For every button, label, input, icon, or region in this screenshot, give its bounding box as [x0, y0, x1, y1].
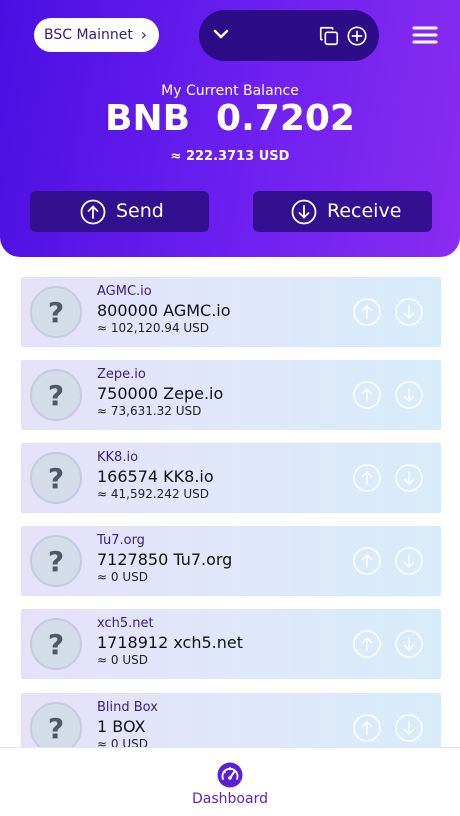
arrow-down-circle-icon	[291, 199, 317, 225]
token-name: Tu7.org	[97, 533, 145, 548]
arrow-down-circle-icon[interactable]	[395, 714, 423, 742]
token-amount: 750000 Zepe.io	[97, 384, 224, 403]
token-amount: 1718912 xch5.net	[97, 633, 243, 652]
hamburger-menu-icon[interactable]	[412, 24, 438, 46]
token-amount: 166574 KK8.io	[97, 467, 214, 486]
balance-usd: ≈ 222.3713 USD	[170, 149, 290, 164]
arrow-up-circle-icon[interactable]	[353, 381, 381, 409]
arrow-down-circle-icon[interactable]	[395, 381, 423, 409]
arrow-down-circle-icon[interactable]	[395, 298, 423, 326]
copy-icon[interactable]	[318, 25, 340, 47]
token-placeholder-icon: ?	[30, 286, 82, 338]
receive-button[interactable]: Receive	[253, 191, 432, 232]
arrow-up-circle-icon[interactable]	[353, 547, 381, 575]
arrow-down-circle-icon[interactable]	[395, 630, 423, 658]
token-name: KK8.io	[97, 450, 139, 465]
token-usd-value: ≈ 102,120.94 USD	[97, 321, 210, 335]
token-name: Zepe.io	[97, 367, 146, 382]
token-placeholder-icon: ?	[30, 618, 82, 670]
balance-value: 0.7202	[216, 98, 355, 139]
token-placeholder-icon: ?	[30, 452, 82, 504]
token-card[interactable]: ? Blind Box 1 BOX ≈ 0 USD	[21, 693, 441, 747]
arrow-up-circle-icon[interactable]	[353, 464, 381, 492]
arrow-up-circle-icon	[80, 199, 106, 225]
send-label: Send	[116, 200, 164, 222]
network-label: BSC Mainnet	[44, 27, 133, 43]
token-usd-value: ≈ 0 USD	[97, 737, 148, 747]
nav-dashboard-label: Dashboard	[192, 791, 268, 807]
token-usd-value: ≈ 0 USD	[97, 570, 148, 584]
token-card[interactable]: ? Tu7.org 7127850 Tu7.org ≈ 0 USD	[21, 526, 441, 596]
token-card[interactable]: ? AGMC.io 800000 AGMC.io ≈ 102,120.94 US…	[21, 277, 441, 347]
token-usd-value: ≈ 0 USD	[97, 653, 148, 667]
token-placeholder-icon: ?	[30, 369, 82, 421]
receive-label: Receive	[327, 200, 402, 222]
token-card[interactable]: ? KK8.io 166574 KK8.io ≈ 41,592.242 USD	[21, 443, 441, 513]
token-name: xch5.net	[97, 616, 154, 631]
account-selector	[199, 10, 379, 61]
nav-dashboard[interactable]: Dashboard	[180, 760, 280, 812]
balance-label: My Current Balance	[161, 83, 299, 99]
balance-amount: BNB 0.7202	[0, 98, 460, 139]
arrow-down-circle-icon[interactable]	[395, 547, 423, 575]
token-list: ? AGMC.io 800000 AGMC.io ≈ 102,120.94 US…	[0, 257, 460, 747]
balance-header: BSC Mainnet › My Current Balance BNB 0.7…	[0, 0, 460, 257]
send-button[interactable]: Send	[30, 191, 209, 232]
chevron-right-icon: ›	[140, 25, 147, 44]
network-selector-button[interactable]: BSC Mainnet ›	[34, 18, 159, 52]
balance-symbol: BNB	[105, 98, 191, 139]
token-card[interactable]: ? Zepe.io 750000 Zepe.io ≈ 73,631.32 USD	[21, 360, 441, 430]
token-amount: 800000 AGMC.io	[97, 301, 231, 320]
token-name: AGMC.io	[97, 284, 152, 299]
arrow-up-circle-icon[interactable]	[353, 714, 381, 742]
wallet-app: BSC Mainnet › My Current Balance BNB 0.7…	[0, 0, 460, 816]
speedometer-icon	[217, 762, 243, 788]
token-amount: 7127850 Tu7.org	[97, 550, 233, 569]
arrow-down-circle-icon[interactable]	[395, 464, 423, 492]
token-placeholder-icon: ?	[30, 535, 82, 587]
bottom-nav: Dashboard	[0, 747, 460, 816]
token-card[interactable]: ? xch5.net 1718912 xch5.net ≈ 0 USD	[21, 609, 441, 679]
token-amount: 1 BOX	[97, 717, 146, 736]
token-usd-value: ≈ 41,592.242 USD	[97, 487, 210, 501]
token-usd-value: ≈ 73,631.32 USD	[97, 404, 202, 418]
arrow-up-circle-icon[interactable]	[353, 298, 381, 326]
add-circle-icon[interactable]	[346, 25, 368, 47]
token-name: Blind Box	[97, 700, 158, 715]
chevron-down-icon[interactable]	[209, 22, 233, 46]
arrow-up-circle-icon[interactable]	[353, 630, 381, 658]
token-placeholder-icon: ?	[30, 702, 82, 747]
